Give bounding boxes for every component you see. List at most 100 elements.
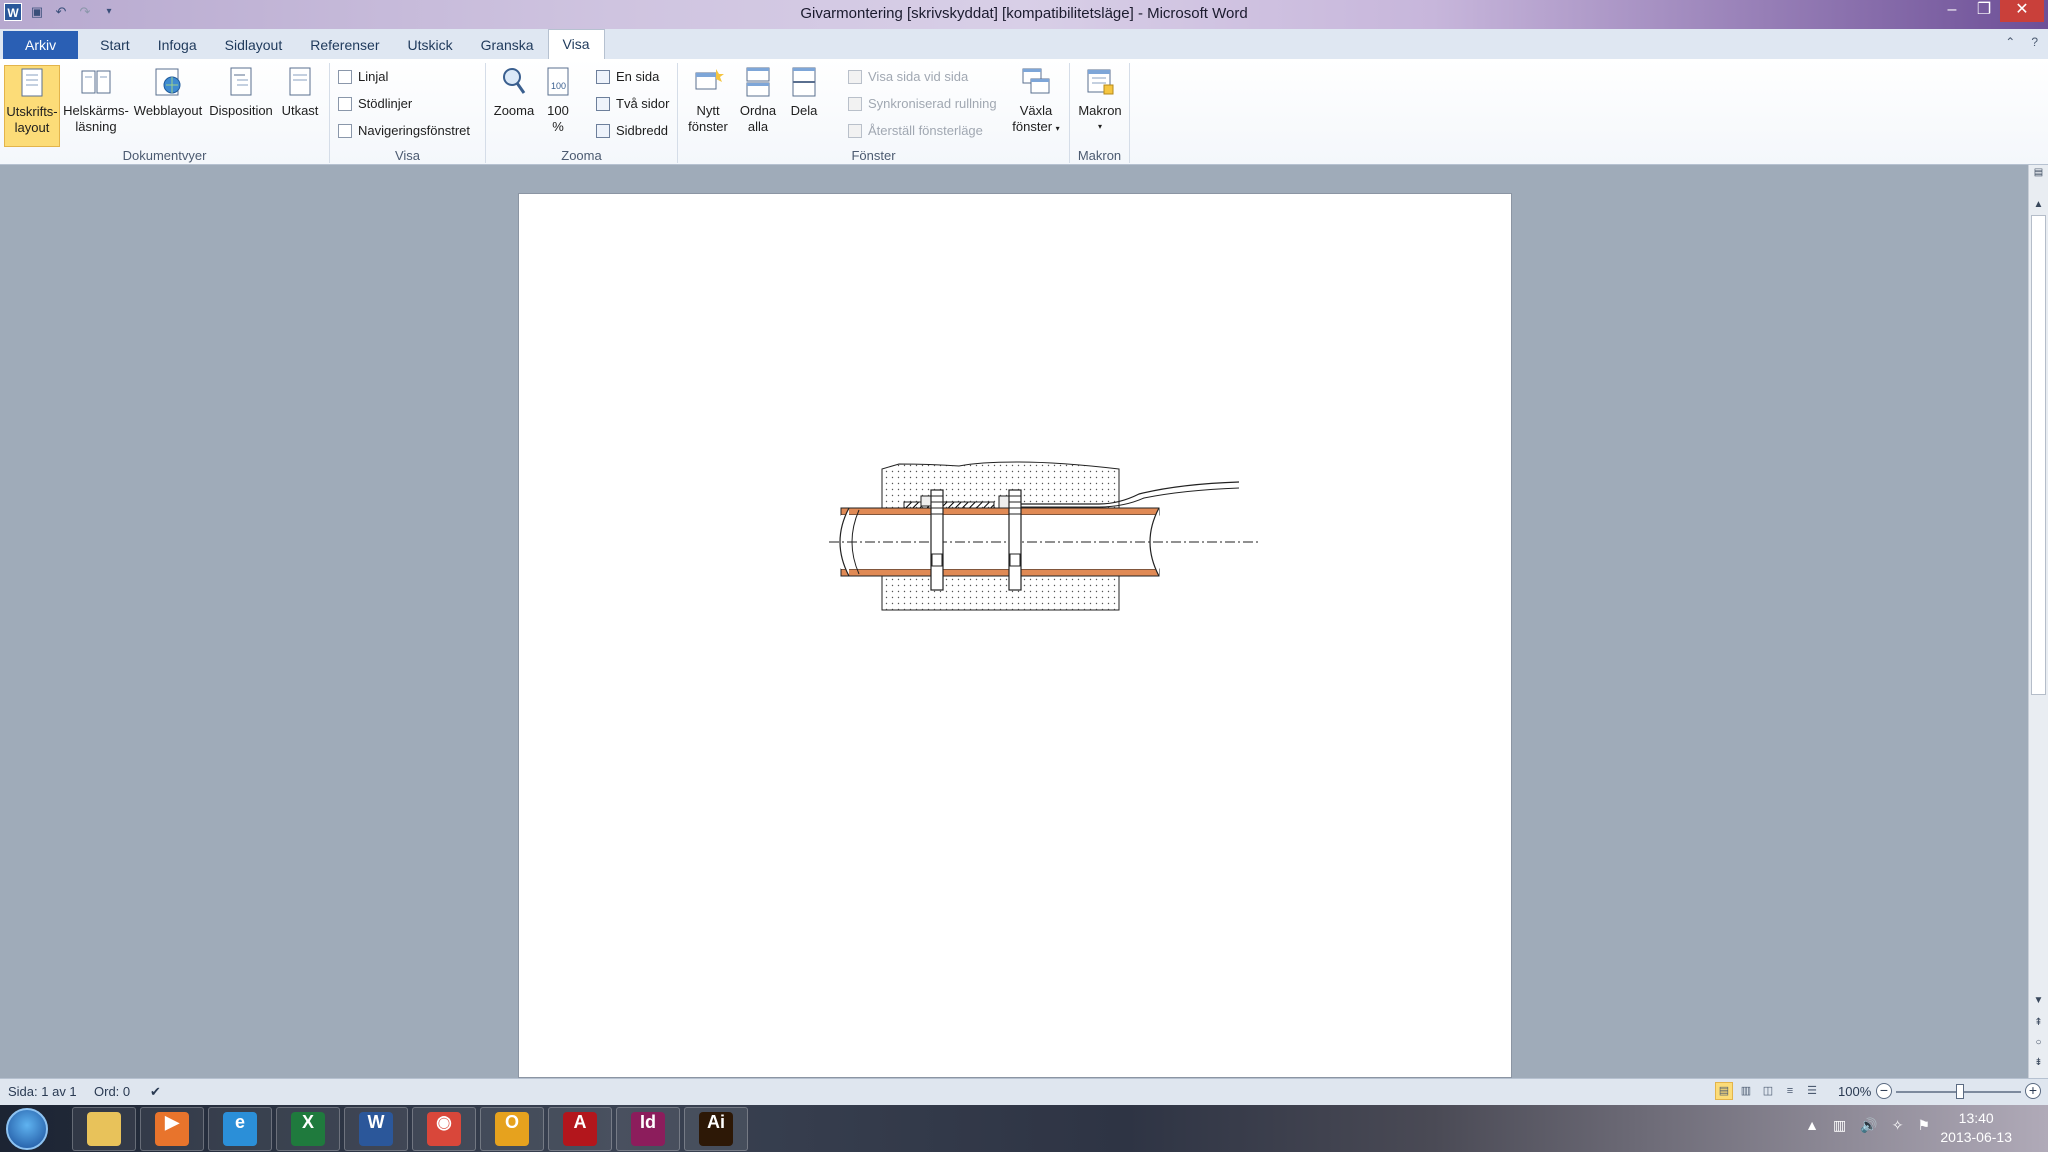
document-page[interactable] — [518, 193, 1512, 1078]
acrobat-icon: A — [563, 1112, 597, 1146]
side-by-side-icon — [848, 70, 862, 84]
scroll-down-arrow-icon[interactable]: ▼ — [2029, 995, 2048, 1006]
start-button[interactable] — [6, 1108, 48, 1150]
draft-button[interactable]: Utkast — [278, 65, 322, 119]
tab-infoga[interactable]: Infoga — [144, 31, 211, 59]
checkbox-icon[interactable] — [338, 124, 352, 138]
taskbar-excel-button[interactable]: X — [276, 1107, 340, 1151]
checkbox-icon[interactable] — [338, 97, 352, 111]
tab-start[interactable]: Start — [86, 31, 144, 59]
scroll-up-arrow-icon[interactable]: ▲ — [2029, 199, 2048, 210]
taskbar-word-button[interactable]: W — [344, 1107, 408, 1151]
group-label-fonster: Fönster — [851, 148, 896, 163]
taskbar-indesign-button[interactable]: Id — [616, 1107, 680, 1151]
zoom-100-button[interactable]: 100 100 % — [538, 65, 578, 135]
next-page-icon[interactable]: ⇟ — [2029, 1057, 2048, 1068]
taskbar-internet-explorer-button[interactable]: e — [208, 1107, 272, 1151]
title-bar: W ▣ ↶ ↷ ▾ Givarmontering [skrivskyddat] … — [0, 0, 2048, 29]
scrollbar-thumb[interactable] — [2031, 215, 2046, 695]
full-screen-reading-button[interactable]: Helskärms- läsning — [62, 65, 130, 135]
full-screen-reading-icon — [80, 65, 112, 99]
system-tray: ▲ ▥ 🔊 ✧ ⚑ — [1805, 1117, 1930, 1134]
clock[interactable]: 13:40 2013-06-13 — [1940, 1109, 2012, 1147]
taskbar-explorer-button[interactable] — [72, 1107, 136, 1151]
ruler-toggle-icon[interactable]: ▤ — [2029, 167, 2048, 178]
word-count[interactable]: Ord: 0 — [94, 1084, 130, 1099]
zoom-100-icon: 100 — [542, 65, 574, 99]
tab-arkiv[interactable]: Arkiv — [3, 31, 79, 59]
tab-granska[interactable]: Granska — [467, 31, 548, 59]
group-dokumentvyer: Utskrifts- layout Helskärms- läsning Web… — [0, 63, 330, 163]
macros-button[interactable]: Makron ▾ — [1074, 65, 1126, 135]
zoom-button[interactable]: Zooma — [492, 65, 536, 119]
web-layout-view-icon[interactable]: ◫ — [1759, 1082, 1777, 1100]
show-hidden-icons-icon[interactable]: ▲ — [1805, 1117, 1819, 1134]
two-pages-button[interactable]: Två sidor — [596, 94, 669, 114]
minimize-ribbon-icon[interactable]: ⌃ — [2005, 35, 2015, 49]
one-page-button[interactable]: En sida — [596, 67, 659, 87]
draft-view-icon[interactable]: ☰ — [1803, 1082, 1821, 1100]
new-window-button[interactable]: Nytt fönster — [684, 65, 732, 135]
print-layout-button[interactable]: Utskrifts- layout — [4, 65, 60, 147]
taskbar-chrome-button[interactable]: ◉ — [412, 1107, 476, 1151]
zoom-knob[interactable] — [1956, 1084, 1964, 1099]
dropbox-icon[interactable]: ✧ — [1892, 1117, 1904, 1134]
zoom-in-icon[interactable]: + — [2025, 1083, 2041, 1099]
indesign-icon: Id — [631, 1112, 665, 1146]
print-layout-view-icon[interactable]: ▤ — [1715, 1082, 1733, 1100]
checkbox-icon[interactable] — [338, 70, 352, 84]
arrange-all-icon — [742, 65, 774, 99]
zoom-out-icon[interactable]: − — [1876, 1083, 1892, 1099]
checkbox-stodlinjer[interactable]: Stödlinjer — [338, 94, 412, 114]
sensor-mounting-drawing — [829, 461, 1259, 611]
checkbox-navigeringsfonstret[interactable]: Navigeringsfönstret — [338, 121, 470, 141]
tab-visa[interactable]: Visa — [547, 29, 605, 59]
outlook-icon: O — [495, 1112, 529, 1146]
taskbar-media-player-button[interactable]: ▶ — [140, 1107, 204, 1151]
taskbar-acrobat-button[interactable]: A — [548, 1107, 612, 1151]
page-count[interactable]: Sida: 1 av 1 — [8, 1084, 77, 1099]
help-icon[interactable]: ? — [2031, 35, 2038, 49]
full-screen-view-icon[interactable]: ▥ — [1737, 1082, 1755, 1100]
switch-windows-button[interactable]: Växla fönster ▾ — [1008, 65, 1064, 137]
outline-button[interactable]: Disposition — [206, 65, 276, 119]
draft-icon — [284, 65, 316, 99]
action-center-flag-icon[interactable]: ⚑ — [1917, 1117, 1930, 1134]
zoom-slider[interactable]: − + — [1876, 1083, 2041, 1101]
tab-referenser[interactable]: Referenser — [296, 31, 393, 59]
page-width-button[interactable]: Sidbredd — [596, 121, 668, 141]
synchronous-scrolling-button[interactable]: Synkroniserad rullning — [848, 94, 997, 114]
ribbon: Utskrifts- layout Helskärms- läsning Web… — [0, 59, 2048, 165]
new-window-icon — [692, 65, 724, 99]
tab-sidlayout[interactable]: Sidlayout — [211, 31, 297, 59]
switch-windows-icon — [1020, 65, 1052, 99]
arrange-all-button[interactable]: Ordna alla — [736, 65, 780, 135]
web-layout-button[interactable]: Webblayout — [132, 65, 204, 119]
illustrator-icon: Ai — [699, 1112, 733, 1146]
chrome-icon: ◉ — [427, 1112, 461, 1146]
previous-page-icon[interactable]: ⇞ — [2029, 1017, 2048, 1028]
taskbar-illustrator-button[interactable]: Ai — [684, 1107, 748, 1151]
checkbox-linjal[interactable]: Linjal — [338, 67, 388, 87]
outline-view-icon[interactable]: ≡ — [1781, 1082, 1799, 1100]
close-button[interactable]: ✕ — [2000, 0, 2044, 22]
print-layout-icon — [16, 66, 48, 100]
zoom-level[interactable]: 100% — [1838, 1084, 1871, 1099]
dropdown-arrow-icon: ▾ — [1055, 124, 1060, 133]
restore-button[interactable]: ❐ — [1968, 0, 2000, 22]
clock-time: 13:40 — [1958, 1110, 1994, 1126]
volume-icon[interactable]: 🔊 — [1860, 1117, 1877, 1134]
document-area[interactable] — [0, 165, 2028, 1078]
taskbar-outlook-button[interactable]: O — [480, 1107, 544, 1151]
browse-object-icon[interactable]: ○ — [2029, 1037, 2048, 1048]
minimize-button[interactable]: – — [1936, 0, 1968, 22]
reset-window-icon — [848, 124, 862, 138]
dropdown-arrow-icon: ▾ — [1097, 122, 1102, 131]
tab-utskick[interactable]: Utskick — [394, 31, 467, 59]
reset-window-position-button[interactable]: Återställ fönsterläge — [848, 121, 983, 141]
network-icon[interactable]: ▥ — [1833, 1117, 1846, 1134]
view-side-by-side-button[interactable]: Visa sida vid sida — [848, 67, 968, 87]
split-button[interactable]: Dela — [784, 65, 824, 119]
vertical-scrollbar[interactable]: ▤ ▲ ▼ ⇞ ○ ⇟ — [2028, 165, 2048, 1078]
proofing-icon[interactable]: ✔ — [150, 1084, 161, 1100]
